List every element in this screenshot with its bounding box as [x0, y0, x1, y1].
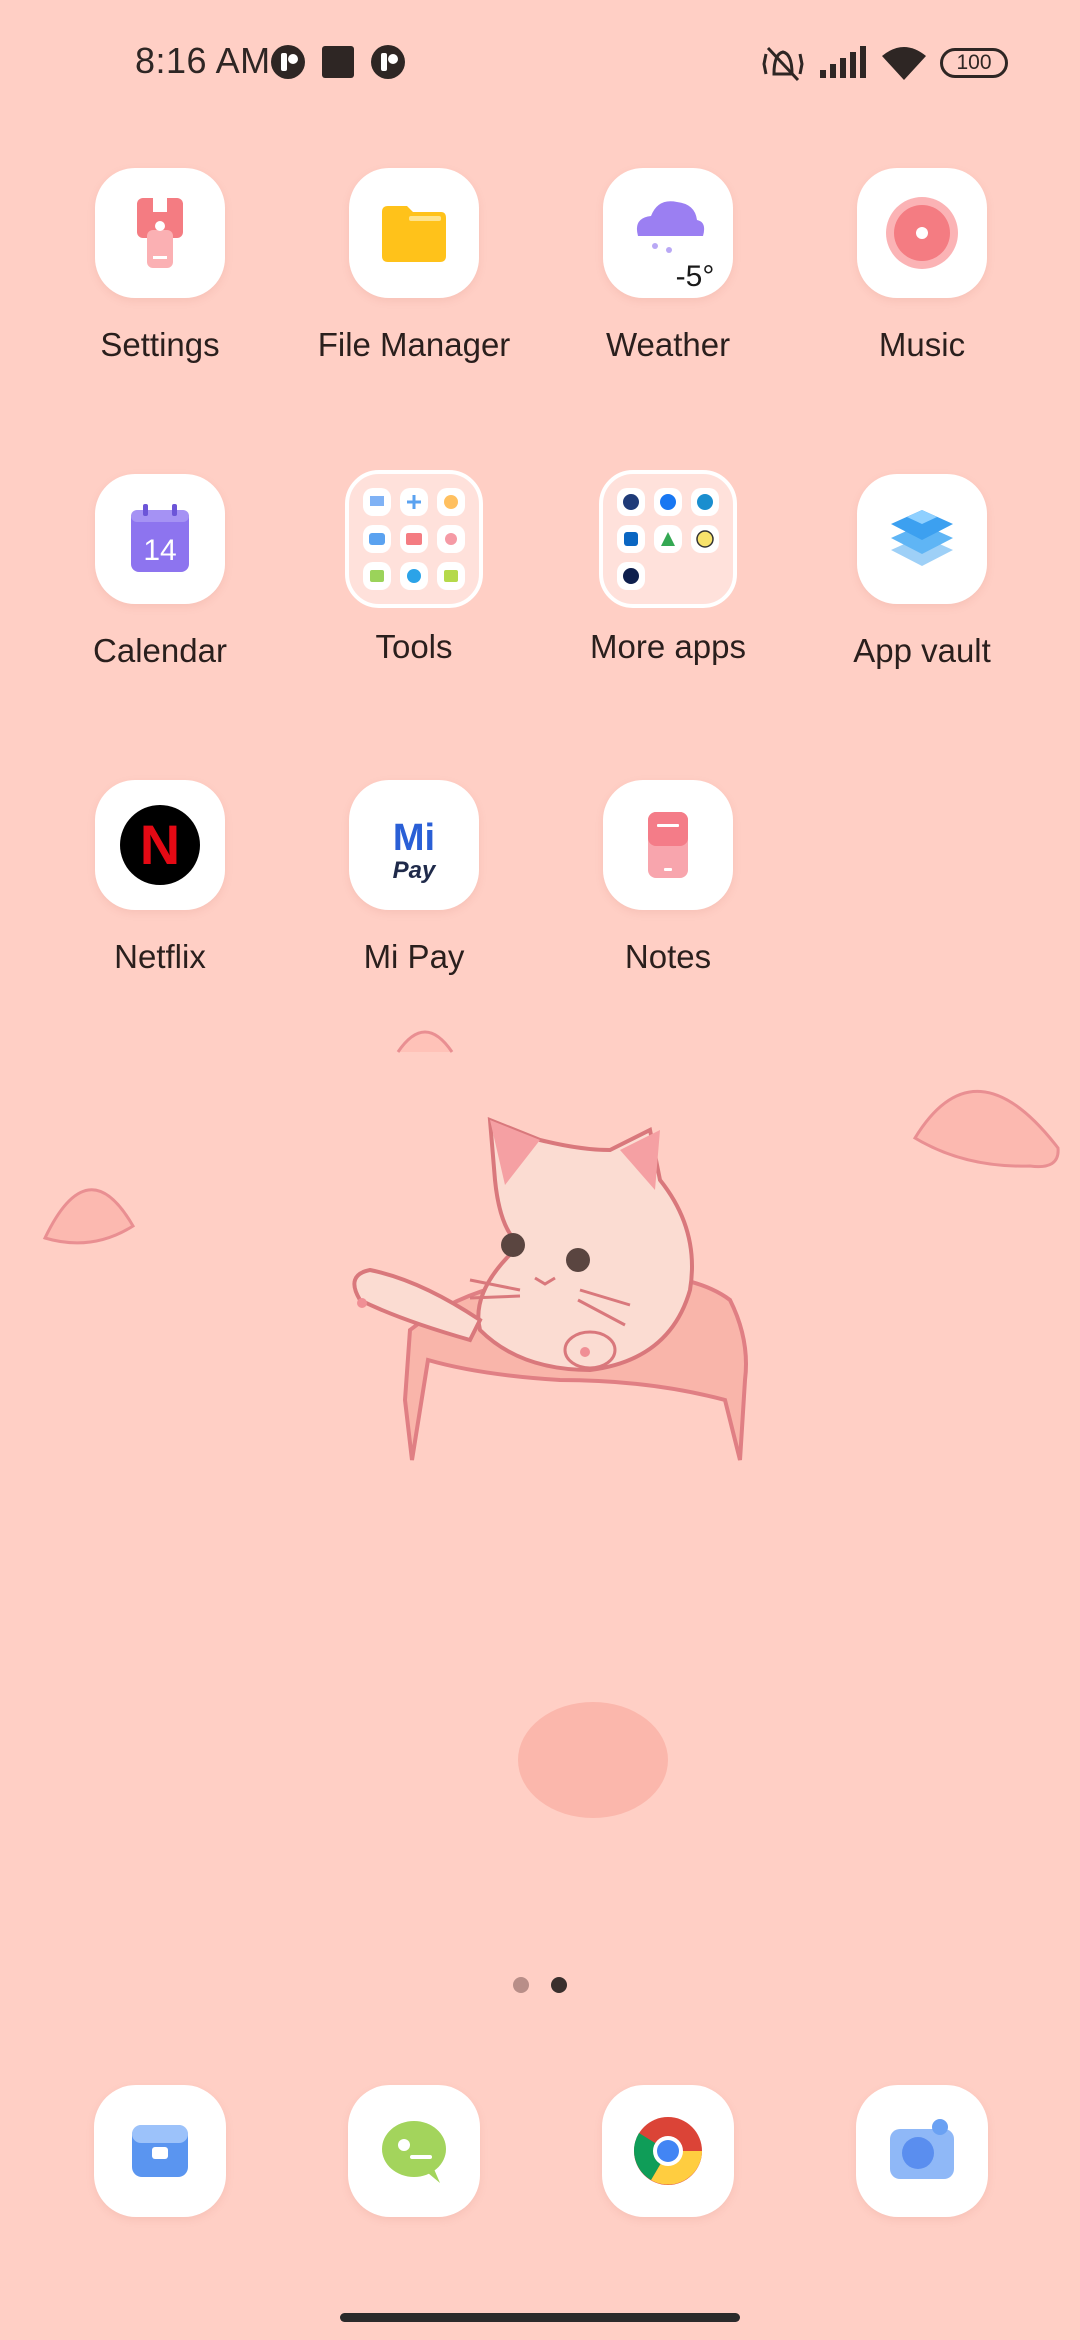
- mi-pay-tile[interactable]: Mi Pay: [349, 780, 479, 910]
- app-vault-icon: [891, 510, 953, 566]
- app-folder-tools[interactable]: Tools: [294, 470, 534, 700]
- app-weather[interactable]: -5° Weather: [548, 168, 788, 398]
- battery-icon: 100: [940, 48, 1008, 78]
- notes-tile[interactable]: [603, 780, 733, 910]
- page-indicator-dot-active[interactable]: [551, 1977, 567, 1993]
- settings-icon: [137, 198, 183, 268]
- file-manager-tile[interactable]: [349, 168, 479, 298]
- phone-icon: [132, 2125, 188, 2177]
- folder-group-icon: [617, 488, 719, 590]
- app-netflix[interactable]: N Netflix: [40, 780, 280, 1010]
- app-file-manager[interactable]: File Manager: [294, 168, 534, 398]
- dock-messaging[interactable]: [348, 2085, 480, 2217]
- music-tile[interactable]: [857, 168, 987, 298]
- vibrate-off-icon: [762, 46, 804, 82]
- mi-pay-logo-bottom: Pay: [393, 857, 437, 884]
- status-bar: 8:16 AM 100: [0, 0, 1080, 125]
- home-indicator[interactable]: [340, 2313, 740, 2322]
- netflix-glyph: N: [140, 813, 180, 876]
- app-label-app-vault: App vault: [853, 632, 991, 669]
- app-label-calendar: Calendar: [93, 632, 227, 669]
- app-label-weather: Weather: [605, 326, 731, 363]
- folder-more-apps-tile[interactable]: [599, 470, 737, 608]
- stop-square-icon: [322, 46, 354, 78]
- camera-icon: [890, 2119, 954, 2179]
- netflix-tile[interactable]: N: [95, 780, 225, 910]
- app-folder-more-apps[interactable]: More apps: [548, 470, 788, 700]
- dock-phone[interactable]: [94, 2085, 226, 2217]
- app-label-more-apps: More apps: [590, 628, 746, 665]
- app-label-settings: Settings: [100, 326, 220, 363]
- notes-icon: [648, 812, 688, 878]
- weather-tile[interactable]: -5°: [603, 168, 733, 298]
- notification-app-icon: [271, 45, 305, 79]
- dock-camera[interactable]: [856, 2085, 988, 2217]
- wifi-icon: [882, 47, 926, 80]
- app-label-music: Music: [878, 326, 966, 363]
- folder-group-icon: [363, 488, 465, 590]
- music-disc-icon: [886, 197, 958, 269]
- messaging-icon: [382, 2121, 446, 2183]
- mi-pay-logo-top: Mi: [393, 817, 435, 859]
- calendar-icon: 14: [131, 504, 189, 572]
- notification-app-icon: [371, 45, 405, 79]
- app-music[interactable]: Music: [802, 168, 1042, 398]
- dock-chrome[interactable]: [602, 2085, 734, 2217]
- app-mi-pay[interactable]: Mi Pay Mi Pay: [294, 780, 534, 1010]
- folder-icon: [382, 206, 446, 262]
- app-notes[interactable]: Notes: [548, 780, 788, 1010]
- calendar-tile[interactable]: 14: [95, 474, 225, 604]
- app-app-vault[interactable]: App vault: [802, 474, 1042, 704]
- app-label-tools: Tools: [375, 628, 453, 665]
- status-clock: 8:16 AM: [135, 40, 271, 81]
- weather-cloud-icon: -5°: [636, 201, 715, 293]
- app-label-notes: Notes: [624, 938, 712, 975]
- chrome-icon: [633, 2117, 702, 2185]
- calendar-day: 14: [143, 534, 176, 567]
- app-label-netflix: Netflix: [114, 938, 206, 975]
- app-settings[interactable]: Settings: [40, 168, 280, 398]
- signal-bars-icon: [820, 46, 866, 78]
- app-label-mi-pay: Mi Pay: [363, 938, 465, 975]
- app-calendar[interactable]: 14 Calendar: [40, 474, 280, 704]
- netflix-icon: N: [120, 805, 200, 885]
- folder-tools-tile[interactable]: [345, 470, 483, 608]
- app-vault-tile[interactable]: [857, 474, 987, 604]
- mi-pay-icon: Mi Pay: [393, 817, 437, 884]
- app-label-file-manager: File Manager: [317, 326, 511, 363]
- weather-temp: -5°: [676, 260, 715, 293]
- page-indicator-dot[interactable]: [513, 1977, 529, 1993]
- settings-tile[interactable]: [95, 168, 225, 298]
